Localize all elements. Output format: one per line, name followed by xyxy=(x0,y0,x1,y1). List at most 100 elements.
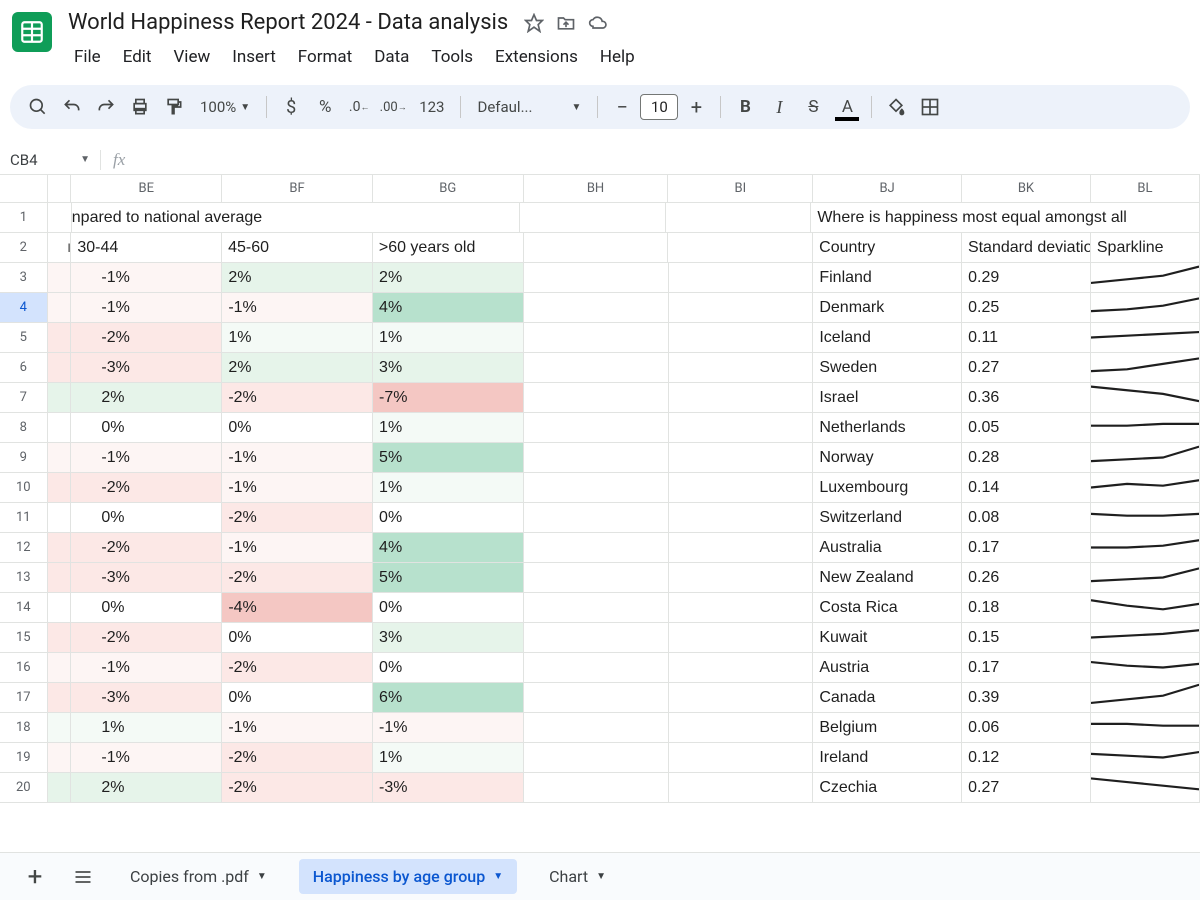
row-header[interactable]: 12 xyxy=(0,533,48,562)
row-header[interactable]: 19 xyxy=(0,743,48,772)
cell[interactable] xyxy=(48,773,72,802)
menu-edit[interactable]: Edit xyxy=(113,41,162,73)
cell[interactable] xyxy=(666,203,812,232)
cell[interactable] xyxy=(669,593,814,622)
cell[interactable]: 0.06 xyxy=(962,713,1091,742)
sparkline-cell[interactable] xyxy=(1091,503,1200,532)
cell[interactable]: Iceland xyxy=(813,323,962,352)
row-header[interactable]: 20 xyxy=(0,773,48,802)
column-header[interactable]: BK xyxy=(962,175,1091,202)
cell[interactable] xyxy=(669,413,814,442)
cell[interactable] xyxy=(48,293,72,322)
row-header[interactable]: 5 xyxy=(0,323,48,352)
cell[interactable]: -1% xyxy=(222,293,373,322)
cell[interactable]: Australia xyxy=(813,533,962,562)
sparkline-cell[interactable] xyxy=(1091,473,1200,502)
cloud-status-icon[interactable] xyxy=(588,13,608,33)
cell[interactable]: Canada xyxy=(813,683,962,712)
column-header[interactable]: BI xyxy=(668,175,813,202)
row-header[interactable]: 7 xyxy=(0,383,48,412)
cell[interactable]: Ireland xyxy=(813,743,962,772)
cell[interactable]: 0% xyxy=(373,593,524,622)
cell[interactable] xyxy=(524,653,669,682)
column-header[interactable]: BL xyxy=(1091,175,1200,202)
cell[interactable]: -3% xyxy=(373,773,524,802)
cell[interactable]: 1% xyxy=(373,743,524,772)
column-header[interactable]: BE xyxy=(71,175,222,202)
sparkline-cell[interactable] xyxy=(1091,653,1200,682)
cell[interactable] xyxy=(524,623,669,652)
cell[interactable] xyxy=(669,353,814,382)
currency-icon[interactable]: $ xyxy=(275,91,307,123)
percent-icon[interactable]: % xyxy=(309,91,341,123)
cell[interactable] xyxy=(524,713,669,742)
row-header[interactable]: 1 xyxy=(0,203,48,232)
cell[interactable] xyxy=(669,473,814,502)
row-header[interactable]: 11 xyxy=(0,503,48,532)
cell[interactable] xyxy=(669,323,814,352)
cell[interactable]: 1% xyxy=(71,713,222,742)
name-box[interactable]: CB4▼ xyxy=(0,151,100,169)
cell[interactable]: 0% xyxy=(373,653,524,682)
cell[interactable]: Switzerland xyxy=(813,503,962,532)
cell[interactable]: l xyxy=(48,233,72,262)
cell[interactable]: -2% xyxy=(71,473,222,502)
cell[interactable] xyxy=(524,413,669,442)
cell[interactable]: Norway xyxy=(813,443,962,472)
cell[interactable]: 0% xyxy=(71,503,222,532)
cell[interactable]: -2% xyxy=(222,653,373,682)
cell[interactable] xyxy=(48,713,72,742)
cell[interactable]: 0.36 xyxy=(962,383,1091,412)
borders-icon[interactable] xyxy=(914,91,946,123)
sparkline-cell[interactable] xyxy=(1091,713,1200,742)
sparkline-cell[interactable] xyxy=(1091,263,1200,292)
row-header[interactable]: 10 xyxy=(0,473,48,502)
cell[interactable]: 1% xyxy=(373,473,524,502)
cell[interactable]: 0% xyxy=(222,623,373,652)
cell[interactable]: 0% xyxy=(373,503,524,532)
menu-help[interactable]: Help xyxy=(590,41,645,73)
cell[interactable]: -1% xyxy=(222,533,373,562)
cell[interactable]: Belgium xyxy=(813,713,962,742)
cell[interactable] xyxy=(524,773,669,802)
sparkline-cell[interactable] xyxy=(1091,593,1200,622)
cell[interactable] xyxy=(524,383,669,412)
row-header[interactable]: 13 xyxy=(0,563,48,592)
decrease-decimal-icon[interactable]: .0← xyxy=(343,91,375,123)
cell[interactable]: 0.08 xyxy=(962,503,1091,532)
format-123[interactable]: 123 xyxy=(411,98,452,116)
text-color-icon[interactable]: A xyxy=(831,91,863,123)
cell[interactable]: 0.27 xyxy=(962,773,1091,802)
row-header[interactable]: 16 xyxy=(0,653,48,682)
cell[interactable]: 0% xyxy=(71,593,222,622)
menu-extensions[interactable]: Extensions xyxy=(485,41,588,73)
cell[interactable]: 0.27 xyxy=(962,353,1091,382)
cell[interactable] xyxy=(48,323,72,352)
cell[interactable]: 0.15 xyxy=(962,623,1091,652)
cell[interactable]: 1% xyxy=(373,323,524,352)
cell[interactable]: -2% xyxy=(71,533,222,562)
cell[interactable]: -2% xyxy=(222,503,373,532)
sparkline-cell[interactable] xyxy=(1091,443,1200,472)
cell[interactable]: 4% xyxy=(373,533,524,562)
row-header[interactable]: 17 xyxy=(0,683,48,712)
cell[interactable] xyxy=(524,233,669,262)
cell[interactable] xyxy=(48,443,72,472)
cell[interactable] xyxy=(524,473,669,502)
redo-icon[interactable] xyxy=(90,91,122,123)
menu-format[interactable]: Format xyxy=(288,41,362,73)
cell[interactable] xyxy=(48,743,72,772)
column-header[interactable] xyxy=(48,175,72,202)
cell[interactable]: 5% xyxy=(373,443,524,472)
column-header[interactable]: BG xyxy=(373,175,524,202)
cell[interactable] xyxy=(524,503,669,532)
cell[interactable] xyxy=(669,443,814,472)
sparkline-cell[interactable] xyxy=(1091,383,1200,412)
cell[interactable] xyxy=(520,203,666,232)
cell[interactable]: -1% xyxy=(222,473,373,502)
cell[interactable]: 3% xyxy=(373,353,524,382)
cell[interactable]: 0.11 xyxy=(962,323,1091,352)
cell[interactable]: 0.05 xyxy=(962,413,1091,442)
row-header[interactable]: 15 xyxy=(0,623,48,652)
cell[interactable]: 1% xyxy=(222,323,373,352)
